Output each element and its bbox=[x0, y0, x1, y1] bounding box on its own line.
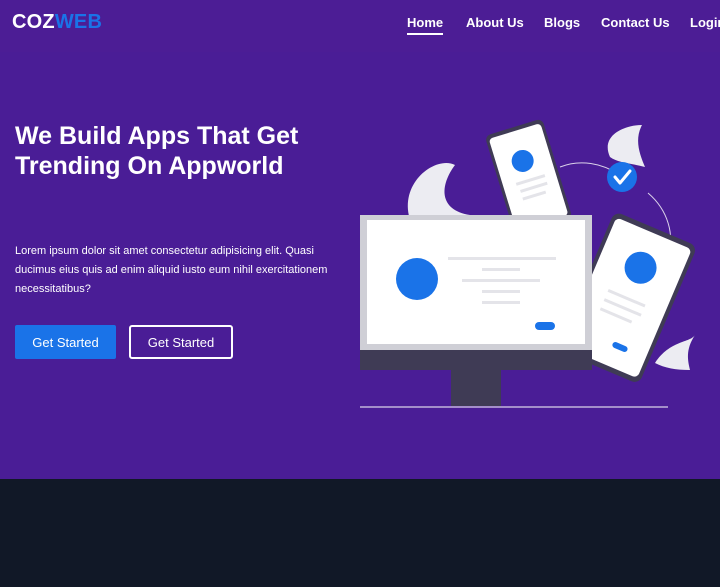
hero-description: Lorem ipsum dolor sit amet consectetur a… bbox=[15, 245, 328, 295]
get-started-primary-button[interactable]: Get Started bbox=[15, 325, 116, 359]
nav-item-contact-us[interactable]: Contact Us bbox=[601, 15, 670, 30]
leaf-top-right bbox=[607, 125, 645, 167]
monitor-illustration bbox=[360, 215, 592, 406]
brand-logo[interactable]: COZWEB bbox=[12, 11, 102, 34]
hero-title: We Build Apps That Get Trending On Appwo… bbox=[15, 122, 299, 180]
footer-band bbox=[0, 479, 720, 587]
check-badge-icon bbox=[607, 162, 637, 192]
nav-item-about-us[interactable]: About Us bbox=[466, 15, 524, 30]
nav-item-blogs[interactable]: Blogs bbox=[544, 15, 580, 30]
leaf-bottom-right bbox=[655, 335, 695, 370]
navbar: COZWEB Home About Us Blogs Contact Us Lo… bbox=[0, 0, 720, 52]
nav-item-login[interactable]: Login bbox=[690, 15, 720, 30]
nav-item-home[interactable]: Home bbox=[407, 15, 444, 35]
brand-logo-part2: WEB bbox=[54, 11, 103, 33]
get-started-secondary-button[interactable]: Get Started bbox=[129, 325, 233, 359]
brand-logo-part1: COZ bbox=[12, 11, 55, 33]
hero-illustration bbox=[360, 119, 695, 408]
